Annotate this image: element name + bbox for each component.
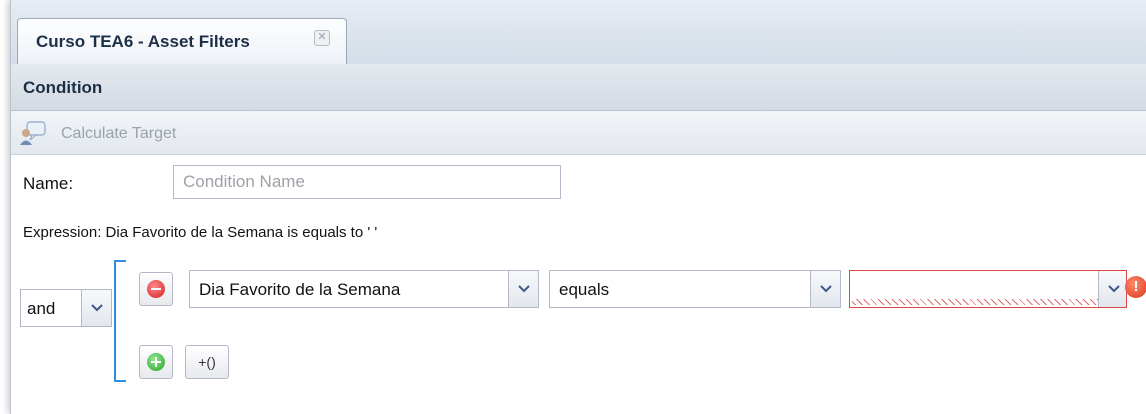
invalid-value-underline bbox=[852, 299, 1124, 305]
chevron-down-icon[interactable] bbox=[81, 290, 111, 326]
expression-text: Expression: Dia Favorito de la Semana is… bbox=[23, 224, 378, 241]
value-select[interactable] bbox=[849, 270, 1127, 308]
panel-title: Condition bbox=[23, 78, 103, 97]
chevron-down-icon[interactable] bbox=[810, 271, 840, 307]
tab-strip: Curso TEA6 - Asset Filters ✕ bbox=[11, 0, 1146, 65]
remove-condition-button[interactable] bbox=[139, 272, 173, 306]
condition-group-bracket bbox=[114, 260, 126, 382]
condition-name-input[interactable] bbox=[173, 165, 561, 199]
name-label: Name: bbox=[23, 174, 74, 193]
add-condition-button[interactable] bbox=[139, 345, 173, 379]
add-group-button[interactable]: +() bbox=[185, 345, 229, 379]
panel-header: Condition bbox=[11, 64, 1146, 111]
tab-asset-filters[interactable]: Curso TEA6 - Asset Filters ✕ bbox=[17, 18, 347, 64]
tab-title: Curso TEA6 - Asset Filters bbox=[36, 32, 250, 51]
calculate-target-label: Calculate Target bbox=[61, 125, 177, 142]
chevron-down-icon[interactable] bbox=[508, 271, 538, 307]
close-icon[interactable]: ✕ bbox=[314, 30, 330, 46]
operator-select[interactable]: equals bbox=[549, 270, 841, 308]
asset-filters-window: Curso TEA6 - Asset Filters ✕ Condition C… bbox=[10, 0, 1146, 414]
logic-operator-value: and bbox=[27, 299, 56, 318]
logic-operator-select[interactable]: and bbox=[20, 289, 112, 327]
minus-circle-icon bbox=[147, 280, 165, 298]
calculate-target-icon bbox=[19, 120, 49, 146]
plus-circle-icon bbox=[147, 353, 165, 371]
toolbar: Calculate Target bbox=[11, 111, 1146, 155]
field-value: Dia Favorito de la Semana bbox=[199, 280, 401, 299]
chevron-down-icon[interactable] bbox=[1098, 271, 1126, 307]
operator-value: equals bbox=[559, 280, 610, 299]
field-select[interactable]: Dia Favorito de la Semana bbox=[189, 270, 539, 308]
error-icon: ! bbox=[1125, 276, 1146, 298]
